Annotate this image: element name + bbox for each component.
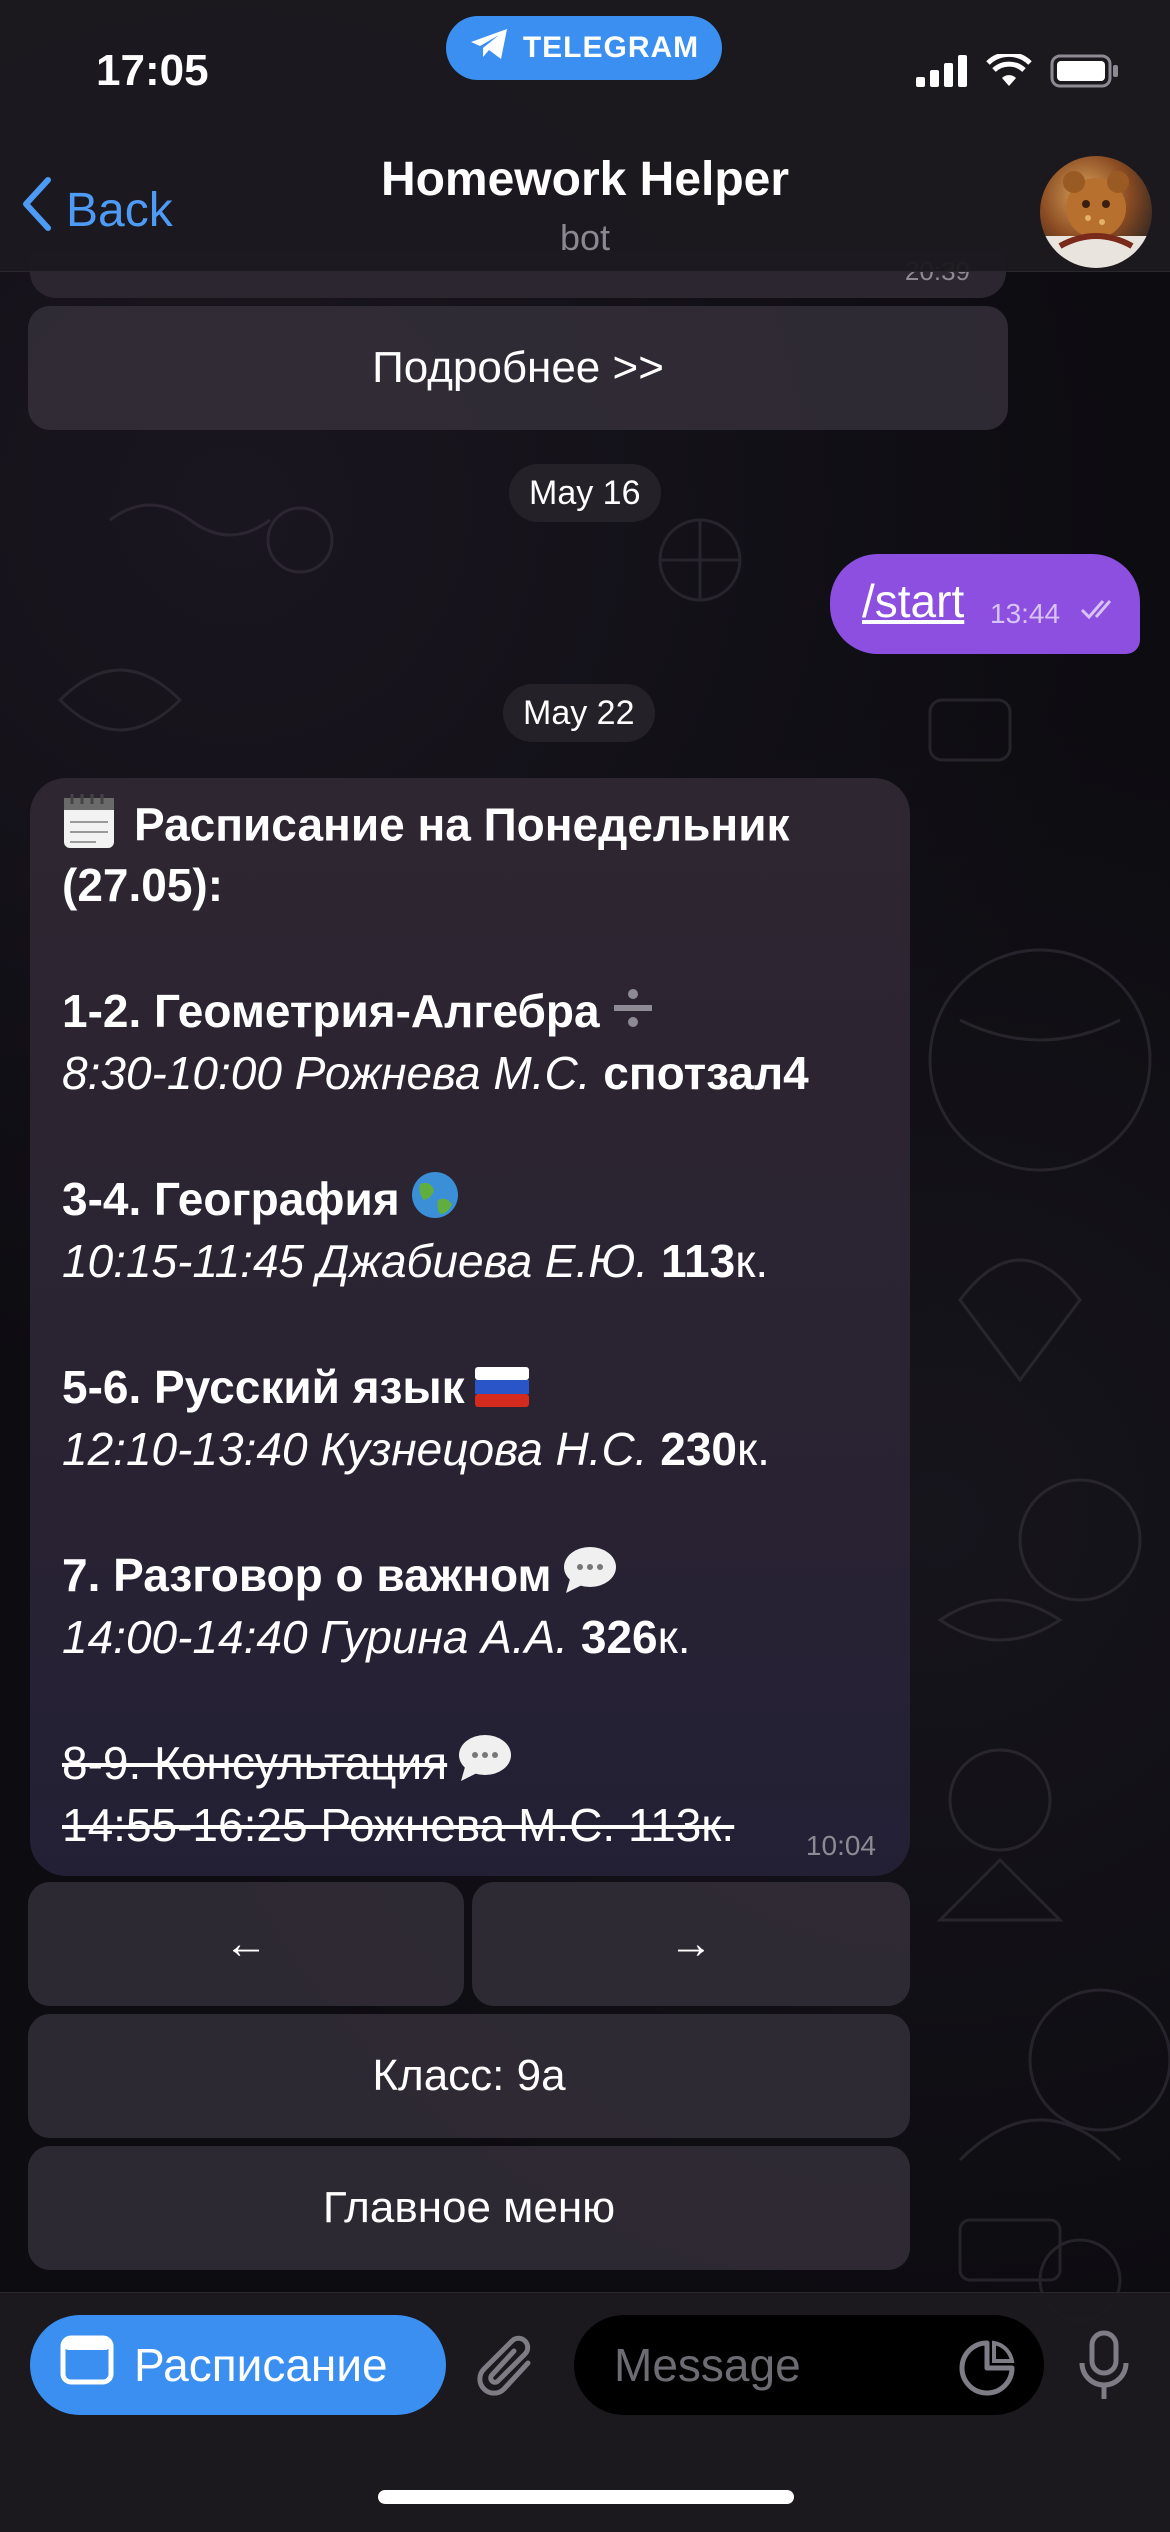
home-indicator[interactable]: [378, 2490, 794, 2504]
lesson-1-details: 8:30-10:00 Рожнева М.С. спотзал4: [62, 1047, 809, 1099]
window-icon: [60, 2335, 114, 2396]
start-command-link[interactable]: /start: [862, 574, 964, 628]
date-separator-may-16: May 16: [509, 464, 661, 522]
attachment-icon[interactable]: [476, 2333, 542, 2408]
details-button[interactable]: Подробнее >>: [28, 306, 1008, 430]
chat-subtitle: bot: [559, 217, 611, 258]
telegram-plane-icon: [469, 27, 509, 69]
wifi-icon: [986, 51, 1032, 93]
microphone-icon[interactable]: [1076, 2329, 1132, 2410]
telegram-pill[interactable]: TELEGRAM: [446, 16, 722, 80]
lesson-3-details: 12:10-13:40 Кузнецова Н.С. 230к.: [62, 1423, 770, 1475]
schedule-title-line-2: (27.05):: [62, 859, 224, 911]
lesson-2-details: 10:15-11:45 Джабиева Е.Ю. 113к.: [62, 1235, 769, 1287]
status-time: 17:05: [96, 46, 209, 95]
lesson-4-name: 7. Разговор о важном: [62, 1544, 618, 1612]
sticker-icon[interactable]: [958, 2339, 1016, 2402]
lesson-2-name: 3-4. География: [62, 1168, 460, 1235]
next-day-button[interactable]: →: [472, 1882, 910, 2006]
main-menu-button[interactable]: Главное меню: [28, 2146, 910, 2270]
lesson-3-name: 5-6. Русский язык: [62, 1356, 529, 1422]
lesson-1-name: 1-2. Геометрия-Алгебра: [62, 980, 656, 1046]
cancelled-lesson-details: 14:55-16:25 Рожнева М.С. 113к.: [62, 1799, 735, 1851]
telegram-pill-label: TELEGRAM: [522, 31, 700, 64]
bot-avatar[interactable]: [1040, 156, 1152, 268]
chat-title: Homework Helper: [380, 153, 790, 206]
outgoing-message-time: 13:44: [990, 598, 1061, 629]
navigation-header: 17:05 TELEGRAM Back Homework Helper bot: [0, 0, 1170, 272]
lesson-4-details: 14:00-14:40 Гурина А.А. 326к.: [62, 1611, 691, 1663]
battery-icon: [1050, 54, 1120, 93]
class-button[interactable]: Класс: 9а: [28, 2014, 910, 2138]
status-icons: [916, 51, 1120, 93]
outgoing-message-bubble: /start 13:44: [830, 554, 1140, 654]
speech-bubble-icon: [562, 1545, 618, 1612]
russia-flag-icon: [474, 1360, 529, 1422]
chat-title-block[interactable]: Homework Helper bot: [0, 152, 1170, 259]
bot-menu-label: Расписание: [134, 2339, 388, 2391]
previous-day-button[interactable]: ←: [28, 1882, 464, 2006]
cancelled-lesson-name: 8-9. Консультация: [62, 1732, 513, 1800]
message-placeholder: Message: [614, 2339, 801, 2391]
date-separator-may-22: May 22: [503, 684, 655, 742]
globe-icon: [410, 1170, 460, 1235]
division-sign-icon: [610, 984, 656, 1046]
read-checkmarks-icon: [1080, 598, 1120, 627]
speech-bubble-icon: [457, 1733, 513, 1800]
schedule-message-bubble: Расписание на Понедельник (27.05): 1-2. …: [30, 778, 910, 1876]
bot-menu-button[interactable]: Расписание: [30, 2315, 446, 2415]
schedule-message-time: 10:04: [805, 1830, 876, 1861]
signal-icon: [916, 55, 968, 92]
